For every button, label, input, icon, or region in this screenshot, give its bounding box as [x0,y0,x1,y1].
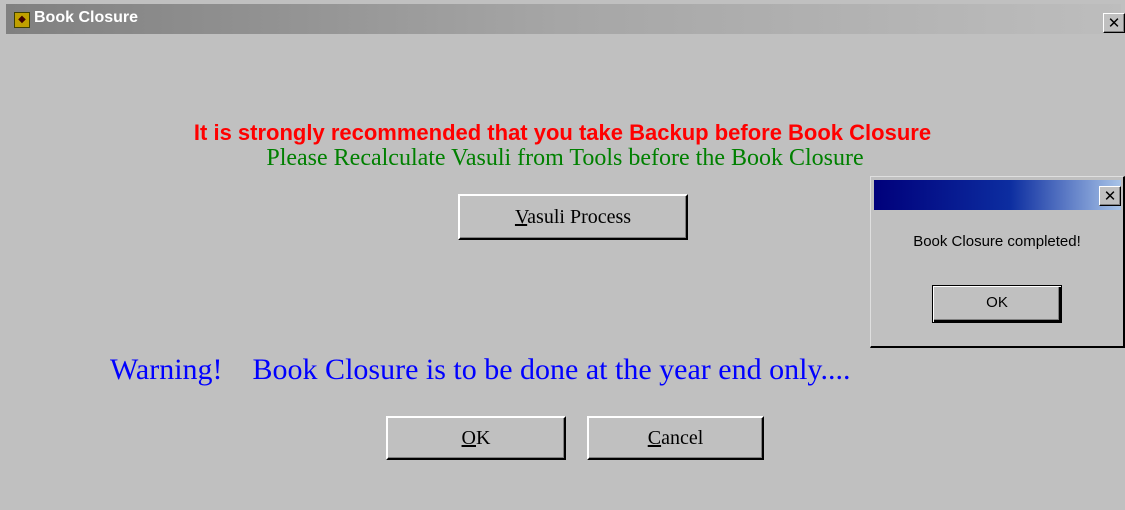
message-box-title-bar[interactable]: ✕ [874,180,1121,210]
book-closure-window: ◆ Book Closure ✕ It is strongly recommen… [0,0,1125,510]
backup-recommendation-text: It is strongly recommended that you take… [193,120,932,145]
close-icon: ✕ [1107,14,1121,32]
close-window-button[interactable]: ✕ [1103,13,1125,33]
window-title: Book Closure [34,9,139,26]
completion-message-text: Book Closure completed! [913,233,1081,250]
cancel-label: ancel [661,427,704,449]
message-box-ok-button[interactable]: OK [932,285,1062,323]
completion-message-box: ✕ Book Closure completed! OK [870,176,1125,348]
cancel-accelerator: C [647,427,662,449]
year-end-warning-text: Warning! Book Closure is to be done at t… [110,353,851,386]
message-box-close-button[interactable]: ✕ [1099,186,1121,206]
ok-button[interactable]: OK [386,416,566,460]
title-bar[interactable]: ◆ Book Closure ✕ [6,4,1125,34]
ok-label: K [476,427,491,449]
vasuli-accelerator: V [514,206,528,228]
cancel-button[interactable]: Cancel [587,416,764,460]
ok-accelerator: O [461,427,476,449]
vasuli-process-button[interactable]: Vasuli Process [458,194,688,240]
vasuli-label: asuli Process [527,206,632,228]
app-icon: ◆ [14,12,30,28]
recalculate-notice-text: Please Recalculate Vasuli from Tools bef… [266,145,864,171]
close-icon: ✕ [1103,187,1117,205]
